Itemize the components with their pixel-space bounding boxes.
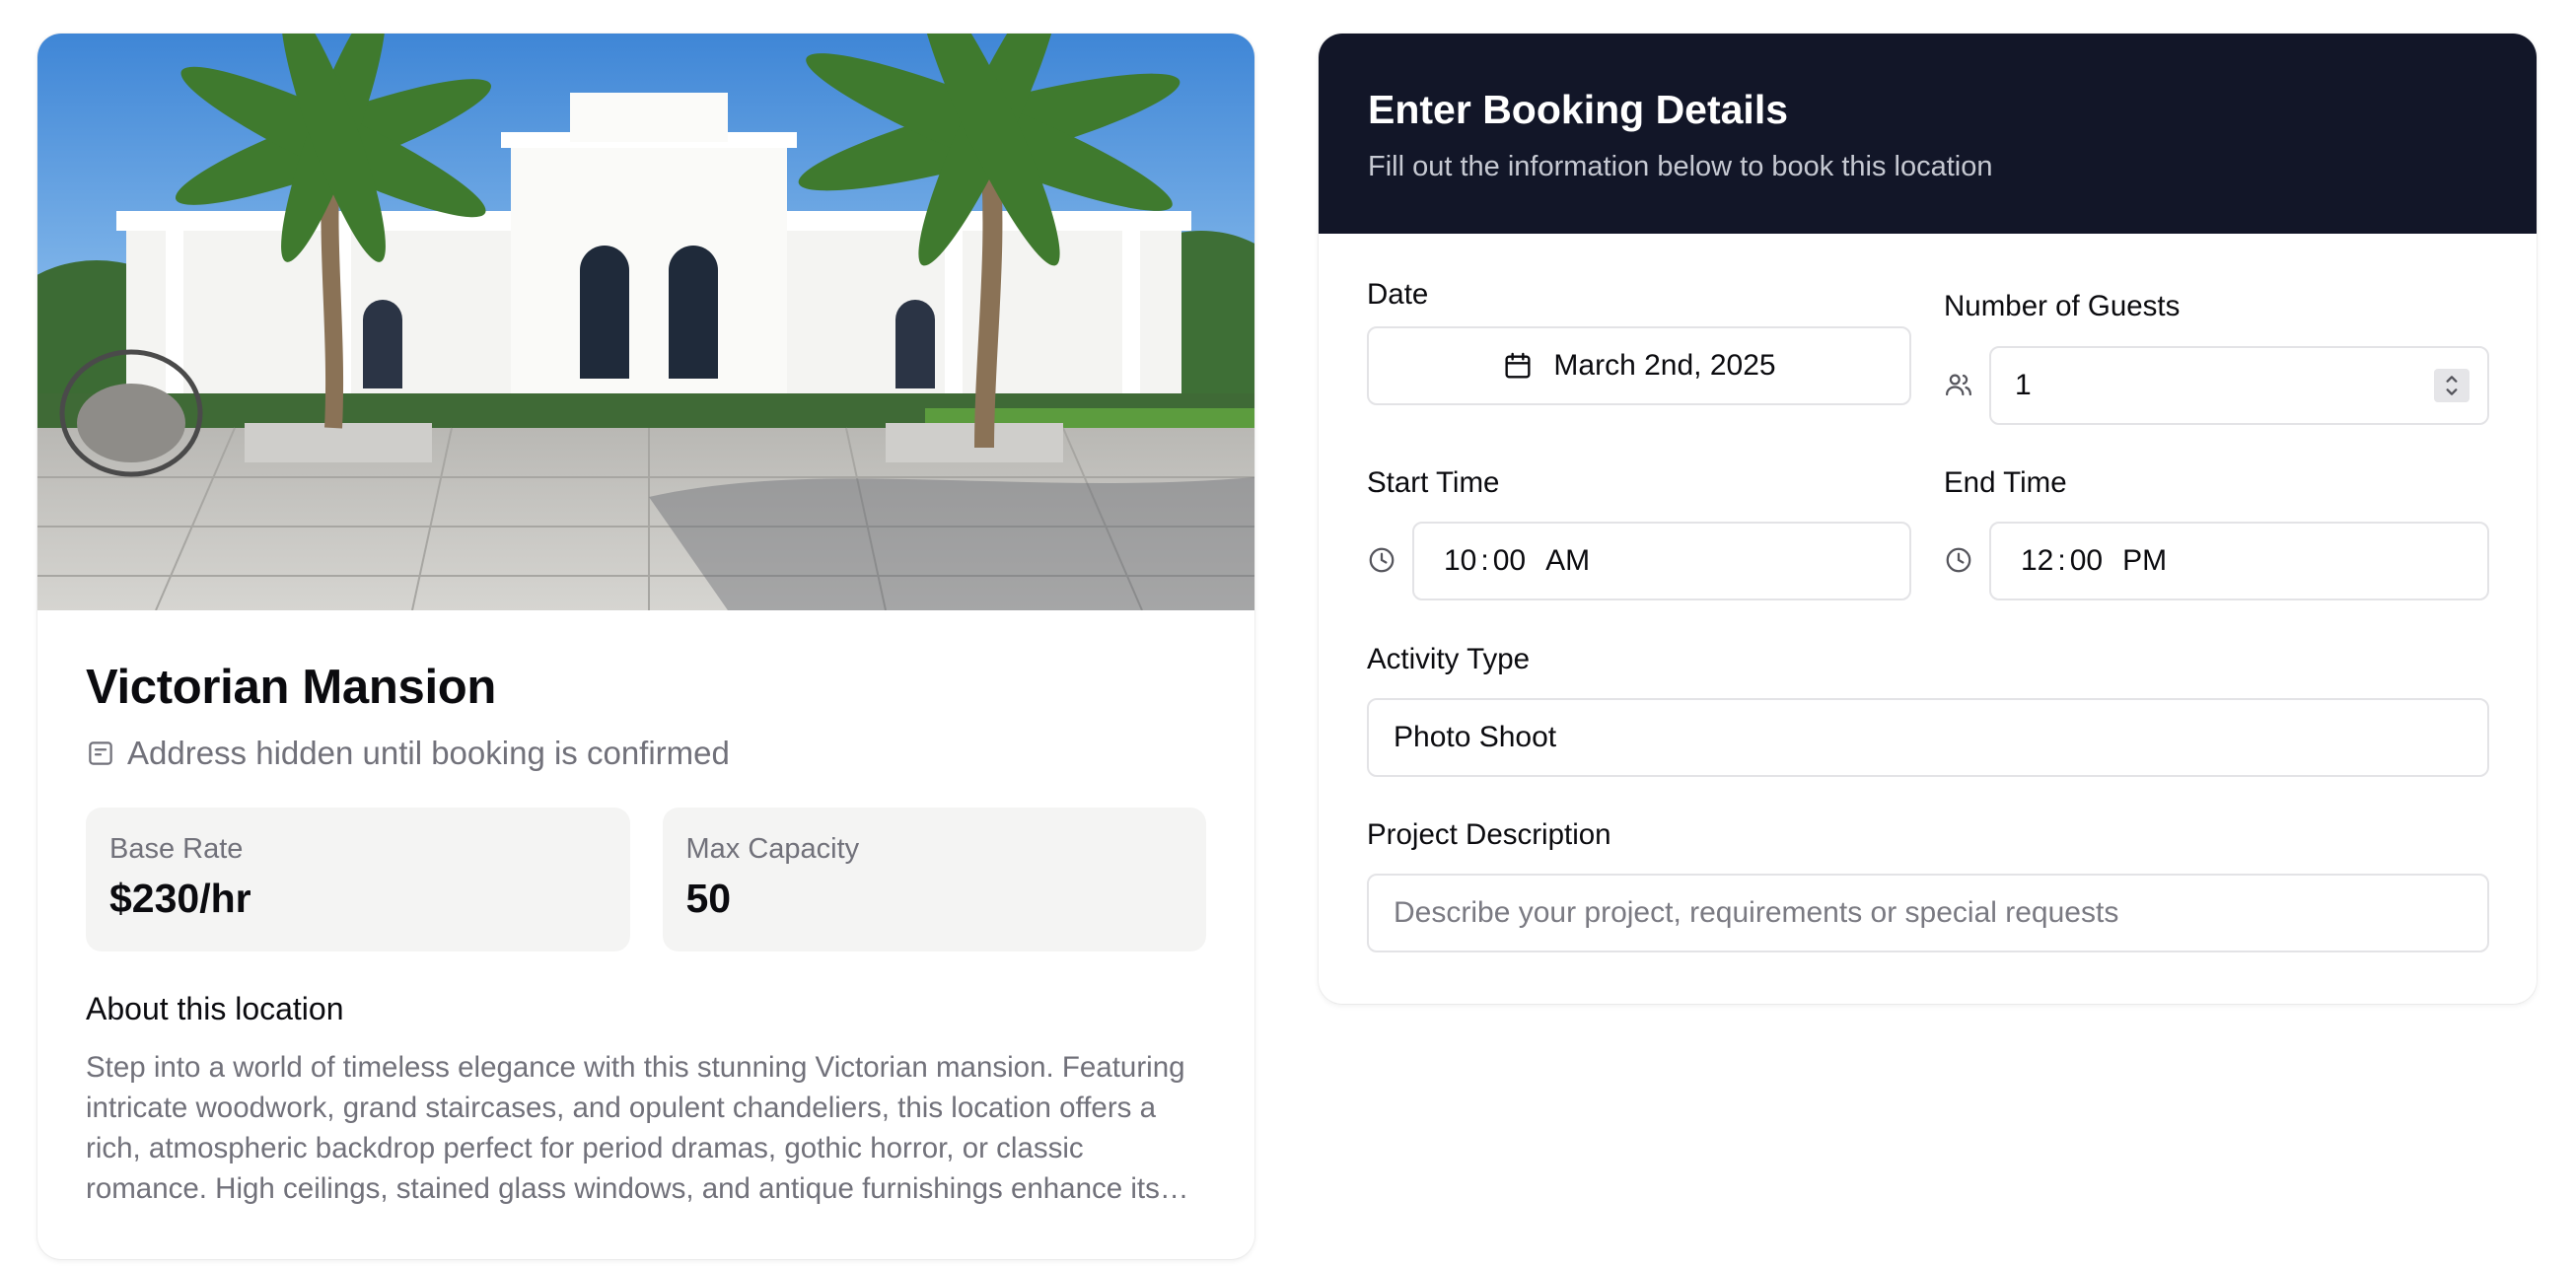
end-time-input[interactable]: 12 : 00 PM	[1989, 522, 2489, 600]
building-icon	[89, 741, 112, 765]
location-stats: Base Rate $230/hr Max Capacity 50	[86, 807, 1206, 951]
project-description-label: Project Description	[1367, 818, 1611, 851]
stat-label: Max Capacity	[685, 832, 860, 865]
stat-value: 50	[685, 875, 732, 921]
start-minute[interactable]: 00	[1493, 544, 1526, 578]
address-note-text: Address hidden until booking is confirme…	[127, 734, 730, 771]
time-separator: :	[1480, 544, 1489, 577]
location-title: Victorian Mansion	[86, 661, 497, 714]
clock-icon	[1369, 547, 1395, 573]
date-picker-button[interactable]: March 2nd, 2025	[1367, 326, 1911, 405]
guests-input[interactable]: 1	[1989, 346, 2489, 425]
calendar-icon	[1505, 352, 1531, 379]
date-value: March 2nd, 2025	[1553, 349, 1776, 382]
project-description-placeholder: Describe your project, requirements or s…	[1394, 896, 2119, 929]
booking-title: Enter Booking Details	[1368, 87, 1789, 132]
end-minute[interactable]: 00	[2070, 544, 2103, 578]
guests-label: Number of Guests	[1944, 290, 2181, 322]
address-note: Address hidden until booking is confirme…	[86, 735, 1206, 772]
end-period[interactable]: PM	[2122, 544, 2167, 578]
users-icon	[1946, 374, 1971, 396]
booking-subtitle: Fill out the information below to book t…	[1368, 151, 1993, 182]
time-separator: :	[2057, 544, 2066, 577]
end-hour[interactable]: 12	[2021, 544, 2053, 578]
start-hour[interactable]: 10	[1444, 544, 1476, 578]
stat-value: $230/hr	[109, 875, 251, 921]
stat-max-capacity: Max Capacity 50	[662, 807, 1206, 951]
stat-label: Base Rate	[109, 832, 244, 865]
clock-icon	[1946, 547, 1971, 573]
booking-card: Enter Booking Details Fill out the infor…	[1319, 34, 2537, 1004]
end-time-label: End Time	[1944, 466, 2067, 499]
project-description-input[interactable]: Describe your project, requirements or s…	[1367, 874, 2489, 952]
activity-type-label: Activity Type	[1367, 643, 1531, 675]
start-time-label: Start Time	[1367, 466, 1500, 499]
location-card: Victorian Mansion Address hidden until b…	[37, 34, 1254, 1259]
activity-type-select[interactable]: Photo Shoot	[1367, 698, 2489, 777]
guests-stepper[interactable]	[2434, 369, 2469, 402]
start-period[interactable]: AM	[1545, 544, 1590, 578]
about-text: Step into a world of timeless elegance w…	[86, 1050, 1189, 1205]
booking-header: Enter Booking Details Fill out the infor…	[1319, 34, 2537, 234]
date-label: Date	[1367, 278, 1429, 311]
about-heading: About this location	[86, 990, 344, 1026]
start-time-input[interactable]: 10 : 00 AM	[1412, 522, 1911, 600]
location-photo	[37, 34, 1254, 610]
stat-base-rate: Base Rate $230/hr	[86, 807, 630, 951]
activity-type-value: Photo Shoot	[1394, 721, 1557, 753]
guests-value: 1	[2015, 369, 2032, 401]
chevron-up-down-icon	[2446, 376, 2458, 395]
